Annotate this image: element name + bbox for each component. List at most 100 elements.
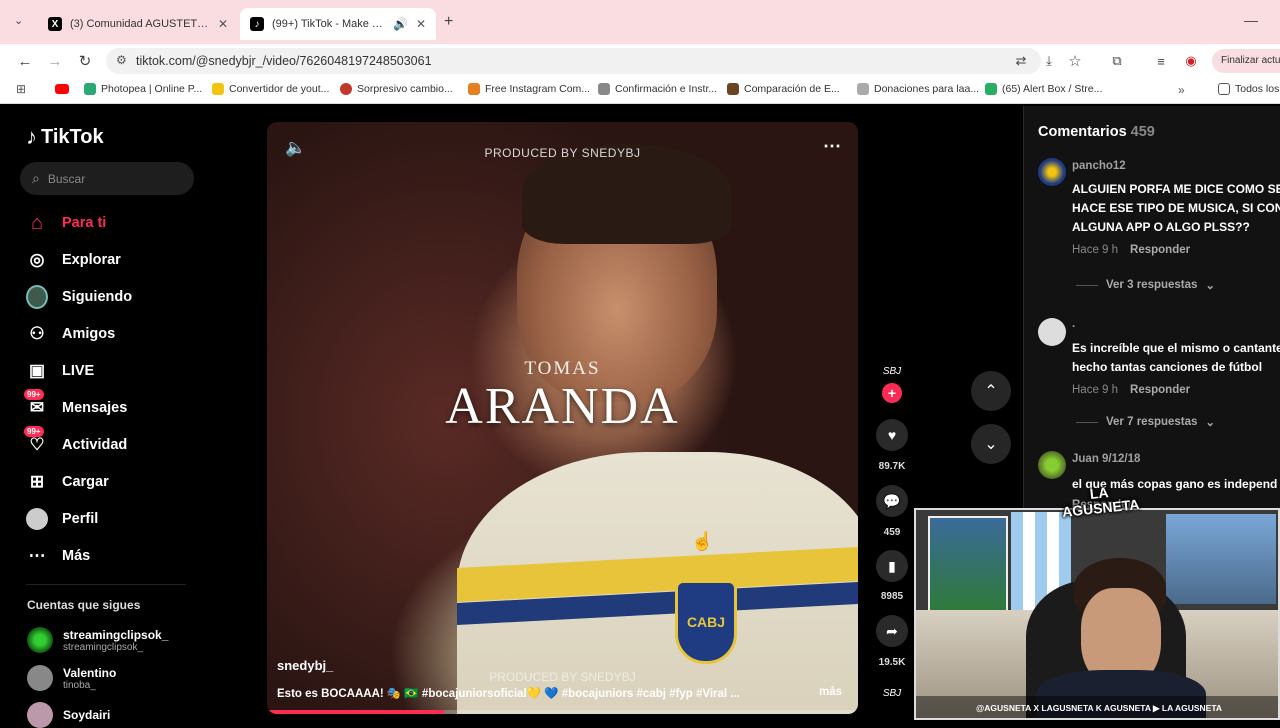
new-tab-button[interactable]: + <box>444 13 453 31</box>
menu-cargar[interactable]: ⊞ Cargar <box>26 471 109 493</box>
messages-icon: ✉ 99+ <box>24 389 48 419</box>
bookmark-item[interactable]: Convertidor de yout... <box>212 83 329 95</box>
chevron-down-icon: ⌄ <box>1205 417 1216 429</box>
finalize-update-button[interactable]: Finalizar actu <box>1212 49 1280 73</box>
video-author[interactable]: snedybj_ <box>277 658 333 673</box>
menu-explorar[interactable]: ◎ Explorar <box>26 249 121 271</box>
site-info-icon[interactable]: ⚙ <box>116 53 127 67</box>
more-icon: ⋯ <box>28 546 46 565</box>
speaker-icon[interactable]: 🔊 <box>393 17 408 31</box>
author-avatar[interactable]: SBJ <box>880 360 904 384</box>
bookmark-item[interactable]: (65) Alert Box / Stre... <box>985 83 1102 95</box>
menu-live[interactable]: ▣ LIVE <box>26 360 94 382</box>
wall-poster <box>928 516 1008 612</box>
apps-grid-icon[interactable]: ⊞ <box>16 82 26 96</box>
search-icon: ⌕ <box>32 170 40 186</box>
view-replies-button[interactable]: Ver 7 respuestas ⌄ <box>1076 415 1215 429</box>
tab-title: (3) Comunidad AGUSTETISMO <box>70 18 210 30</box>
bookmark-item[interactable]: Sorpresivo cambio... <box>340 83 453 95</box>
like-button[interactable]: ♥ <box>876 419 908 451</box>
save-button[interactable]: ▮ <box>876 550 908 582</box>
profile-icon[interactable]: ◉ <box>1180 50 1202 72</box>
extensions-icon[interactable]: ⧉ <box>1106 50 1128 72</box>
menu-perfil[interactable]: Perfil <box>26 508 98 530</box>
comment-user[interactable]: . <box>1072 318 1075 330</box>
progress-fill <box>267 710 445 714</box>
comment-text-line: ALGUNA APP O ALGO PLSS?? <box>1072 220 1250 234</box>
install-icon[interactable]: ⤓ <box>1038 50 1060 72</box>
menu-amigos[interactable]: ⚇ Amigos <box>26 323 115 345</box>
home-icon: ⌂ <box>30 211 44 234</box>
tab-comunidad[interactable]: X (3) Comunidad AGUSTETISMO ✕ <box>38 8 238 40</box>
comment-user[interactable]: Juan 9/12/18 <box>1072 453 1140 465</box>
all-bookmarks-folder[interactable]: Todos los <box>1218 83 1279 95</box>
bookmark-item[interactable]: Comparación de E... <box>727 83 840 95</box>
view-replies-button[interactable]: Ver 3 respuestas ⌄ <box>1076 278 1215 292</box>
progress-track[interactable] <box>267 710 858 714</box>
bookmark-item[interactable]: Free Instagram Com... <box>468 83 590 95</box>
comment-button[interactable]: 💬 <box>876 485 908 517</box>
tab-tiktok[interactable]: ♪ (99+) TikTok - Make Your Da 🔊 ✕ <box>240 8 436 40</box>
share-button[interactable]: ➦ <box>876 615 908 647</box>
chevron-down-icon: ⌄ <box>1205 280 1216 292</box>
following-account[interactable]: Soydairi <box>27 702 110 728</box>
menu-mas[interactable]: ⋯ Más <box>26 545 91 567</box>
youtube-icon[interactable] <box>55 84 69 94</box>
bookmark-item[interactable]: Donaciones para laa... <box>857 83 979 95</box>
webcam-overlay: @AGUSNETA X LAGUSNETA K AGUSNETA ▶ LA AG… <box>914 508 1280 720</box>
comment-user[interactable]: pancho12 <box>1072 160 1126 172</box>
video-player[interactable]: CABJ 🔈 PRODUCED BY SNEDYBJ ⋯ TOMAS ARAND… <box>267 122 858 714</box>
menu-actividad[interactable]: ♡ 99+ Actividad <box>24 426 127 456</box>
tab-title: (99+) TikTok - Make Your Da <box>272 18 385 30</box>
translate-icon[interactable]: ⇄ <box>1010 50 1032 72</box>
following-account[interactable]: Valentino tinoba_ <box>27 665 116 691</box>
following-account[interactable]: streamingclipsok_ streamingclipsok_ <box>27 627 168 653</box>
avatar[interactable] <box>1038 158 1066 186</box>
activity-icon: ♡ 99+ <box>24 426 48 456</box>
tiktok-note-icon: ♪ <box>26 124 37 149</box>
hand-cursor-icon: ☝ <box>691 531 714 551</box>
upload-icon: ⊞ <box>29 472 45 491</box>
comment-text-line: Es increíble que el mismo o cantante <box>1072 341 1280 355</box>
wall-poster <box>1166 514 1276 604</box>
comment-meta: Hace 9 h Responder <box>1072 244 1191 256</box>
follow-plus-button[interactable]: + <box>882 383 902 403</box>
badge-count: 99+ <box>24 426 44 437</box>
next-video-button[interactable]: ⌄ <box>971 424 1011 464</box>
comment-icon: 💬 <box>883 492 901 509</box>
bookmark-item[interactable]: Confirmación e Instr... <box>598 83 717 95</box>
more-bookmarks-icon[interactable]: » <box>1178 83 1185 97</box>
menu-mensajes[interactable]: ✉ 99+ Mensajes <box>24 389 127 419</box>
comment-count: 459 <box>883 527 901 538</box>
comment-text-line: ALGUIEN PORFA ME DICE COMO SE <box>1072 182 1280 196</box>
forward-button[interactable]: → <box>44 50 66 72</box>
heart-icon: ♥ <box>887 427 897 443</box>
tab-list-icon[interactable]: ⌄ <box>14 14 23 27</box>
url-field[interactable]: ⚙ tiktok.com/@snedybjr_/video/7626048197… <box>106 48 1041 74</box>
search-input[interactable]: ⌕ Buscar <box>20 162 194 195</box>
minimize-button[interactable]: — <box>1244 12 1258 28</box>
sound-disc-icon[interactable]: SBJ <box>880 682 904 706</box>
url-text: tiktok.com/@snedybjr_/video/762604819724… <box>136 54 432 68</box>
menu-para-ti[interactable]: ⌂ Para ti <box>26 212 106 234</box>
avatar[interactable] <box>1038 318 1066 346</box>
avatar[interactable] <box>1038 451 1066 479</box>
reload-button[interactable]: ↻ <box>74 50 96 72</box>
tiktok-logo[interactable]: ♪ TikTok <box>26 124 104 150</box>
back-button[interactable]: ← <box>14 50 36 72</box>
close-icon[interactable]: ✕ <box>218 17 228 31</box>
more-options-icon[interactable]: ⋯ <box>823 136 841 157</box>
bookmark-item[interactable]: Photopea | Online P... <box>84 83 202 95</box>
bookmark-star-icon[interactable]: ☆ <box>1064 50 1086 72</box>
reply-button[interactable]: Responder <box>1130 244 1190 256</box>
close-icon[interactable]: ✕ <box>416 17 426 31</box>
media-control-icon[interactable]: ≡ <box>1150 50 1172 72</box>
share-icon: ➦ <box>886 622 898 639</box>
caption-more-link[interactable]: más <box>819 686 842 698</box>
produced-by-top: PRODUCED BY SNEDYBJ <box>484 146 641 160</box>
reply-button[interactable]: Responder <box>1130 384 1190 396</box>
tiktok-sidebar: ♪ TikTok ⌕ Buscar ⌂ Para ti ◎ Explorar S… <box>0 106 255 728</box>
menu-siguiendo[interactable]: Siguiendo <box>26 285 132 309</box>
previous-video-button[interactable]: ⌃ <box>971 371 1011 411</box>
browser-tab-bar: ⌄ X (3) Comunidad AGUSTETISMO ✕ ♪ (99+) … <box>0 0 1280 44</box>
